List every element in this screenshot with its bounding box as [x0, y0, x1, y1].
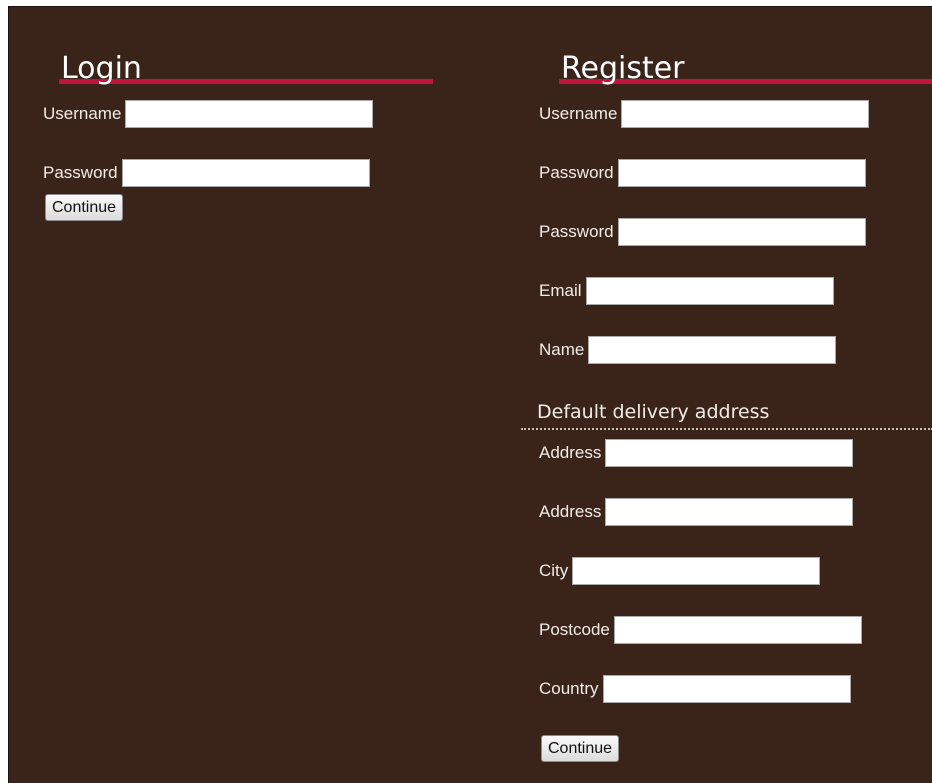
page-frame: Login Username Password Continue Registe… [8, 6, 932, 783]
city-label: City [539, 561, 569, 580]
register-username-row: Username [539, 97, 870, 131]
login-continue-button[interactable]: Continue [45, 194, 124, 221]
login-password-input[interactable] [121, 159, 370, 187]
login-username-label: Username [43, 104, 122, 123]
login-password-row: Password [43, 156, 370, 190]
login-heading: Login [45, 51, 433, 91]
register-password-input[interactable] [617, 159, 866, 187]
register-password-label: Password [539, 163, 614, 182]
country-input[interactable] [602, 675, 851, 703]
postcode-row: Postcode [539, 613, 862, 647]
address-line1-input[interactable] [605, 439, 854, 467]
address-line1-row: Address [539, 436, 854, 470]
register-email-input[interactable] [585, 277, 834, 305]
register-password-confirm-input[interactable] [617, 218, 866, 246]
city-input[interactable] [572, 557, 821, 585]
delivery-address-title: Default delivery address [537, 401, 770, 423]
postcode-label: Postcode [539, 620, 610, 639]
register-title: Register [561, 51, 685, 86]
delivery-address-heading: Default delivery address [521, 398, 932, 430]
register-password-confirm-label: Password [539, 222, 614, 241]
postcode-input[interactable] [613, 616, 862, 644]
login-title: Login [61, 51, 142, 86]
register-username-label: Username [539, 104, 618, 123]
register-email-row: Email [539, 274, 834, 308]
register-name-row: Name [539, 333, 837, 367]
register-continue-button[interactable]: Continue [541, 735, 620, 762]
login-password-label: Password [43, 163, 118, 182]
address-line2-label: Address [539, 502, 602, 521]
city-row: City [539, 554, 821, 588]
address-line2-row: Address [539, 495, 854, 529]
country-label: Country [539, 679, 599, 698]
login-actions: Continue [45, 194, 124, 221]
register-name-input[interactable] [588, 336, 837, 364]
address-line1-label: Address [539, 443, 602, 462]
country-row: Country [539, 672, 851, 706]
register-username-input[interactable] [621, 100, 870, 128]
register-password-row: Password [539, 156, 866, 190]
register-password-confirm-row: Password [539, 215, 866, 249]
register-actions: Continue [541, 735, 620, 762]
register-email-label: Email [539, 281, 582, 300]
address-line2-input[interactable] [605, 498, 854, 526]
login-username-row: Username [43, 97, 374, 131]
register-heading: Register [545, 51, 932, 91]
register-name-label: Name [539, 340, 585, 359]
login-username-input[interactable] [125, 100, 374, 128]
